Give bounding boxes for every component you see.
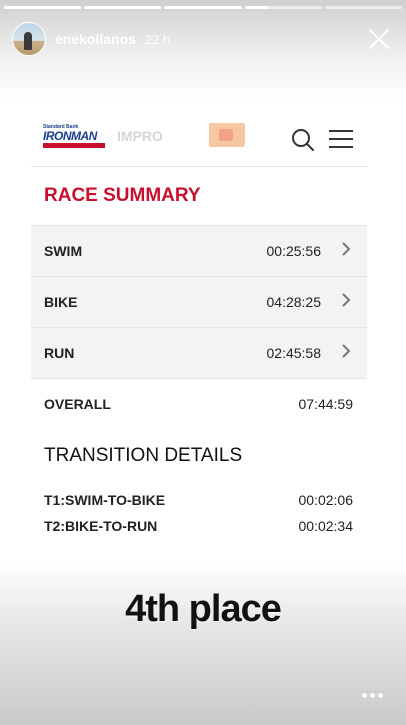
story-caption: 4th place (125, 588, 282, 630)
more-options-icon[interactable] (362, 690, 386, 700)
split-row-bike[interactable]: BIKE 04:28:25 (31, 276, 367, 327)
race-summary-header: RACE SUMMARY (31, 166, 367, 225)
race-card: Standard Bank IRONMAN IMPRO RACE SUMMARY… (31, 112, 367, 539)
progress-segment (164, 6, 242, 9)
split-label: RUN (44, 345, 75, 361)
transition-details-title: TRANSITION DETAILS (44, 445, 243, 466)
story-progress (4, 6, 403, 9)
split-time: 04:28:25 (266, 294, 322, 310)
split-label: SWIM (44, 243, 83, 259)
progress-segment (84, 6, 162, 9)
progress-segment (324, 6, 403, 9)
transition-time: 00:02:06 (298, 492, 354, 508)
flag-icon (209, 123, 245, 147)
transition-row: T1:SWIM-TO-BIKE 00:02:06 (31, 487, 367, 513)
overall-time: 07:44:59 (298, 396, 354, 412)
menu-icon[interactable] (329, 130, 353, 150)
split-row-swim[interactable]: SWIM 00:25:56 (31, 225, 367, 276)
transition-row: T2:BIKE-TO-RUN 00:02:34 (31, 513, 367, 539)
bottom-gradient (0, 560, 406, 725)
avatar[interactable] (12, 22, 46, 56)
transition-time: 00:02:34 (298, 518, 354, 534)
split-time: 00:25:56 (266, 243, 322, 259)
close-icon[interactable] (366, 26, 392, 52)
overall-label: OVERALL (44, 396, 111, 412)
ironman-logo: Standard Bank IRONMAN (43, 124, 105, 150)
split-time: 02:45:58 (266, 345, 322, 361)
race-summary-title: RACE SUMMARY (44, 185, 201, 206)
timestamp: 22 h (144, 31, 171, 47)
story-header: enekollanos 22 h (12, 22, 394, 56)
transition-label: T2:BIKE-TO-RUN (44, 518, 158, 534)
split-label: BIKE (44, 294, 78, 310)
split-row-run[interactable]: RUN 02:45:58 (31, 327, 367, 378)
search-icon[interactable] (291, 128, 315, 152)
overall-row: OVERALL 07:44:59 (31, 378, 367, 429)
progress-segment (244, 6, 322, 9)
site-header: Standard Bank IRONMAN IMPRO (31, 112, 367, 166)
faint-header-text: IMPRO (117, 128, 163, 144)
chevron-right-icon (341, 241, 357, 261)
progress-segment (4, 6, 82, 9)
chevron-right-icon (341, 343, 357, 363)
transition-label: T1:SWIM-TO-BIKE (44, 492, 166, 508)
chevron-right-icon (341, 292, 357, 312)
username[interactable]: enekollanos (55, 31, 136, 47)
